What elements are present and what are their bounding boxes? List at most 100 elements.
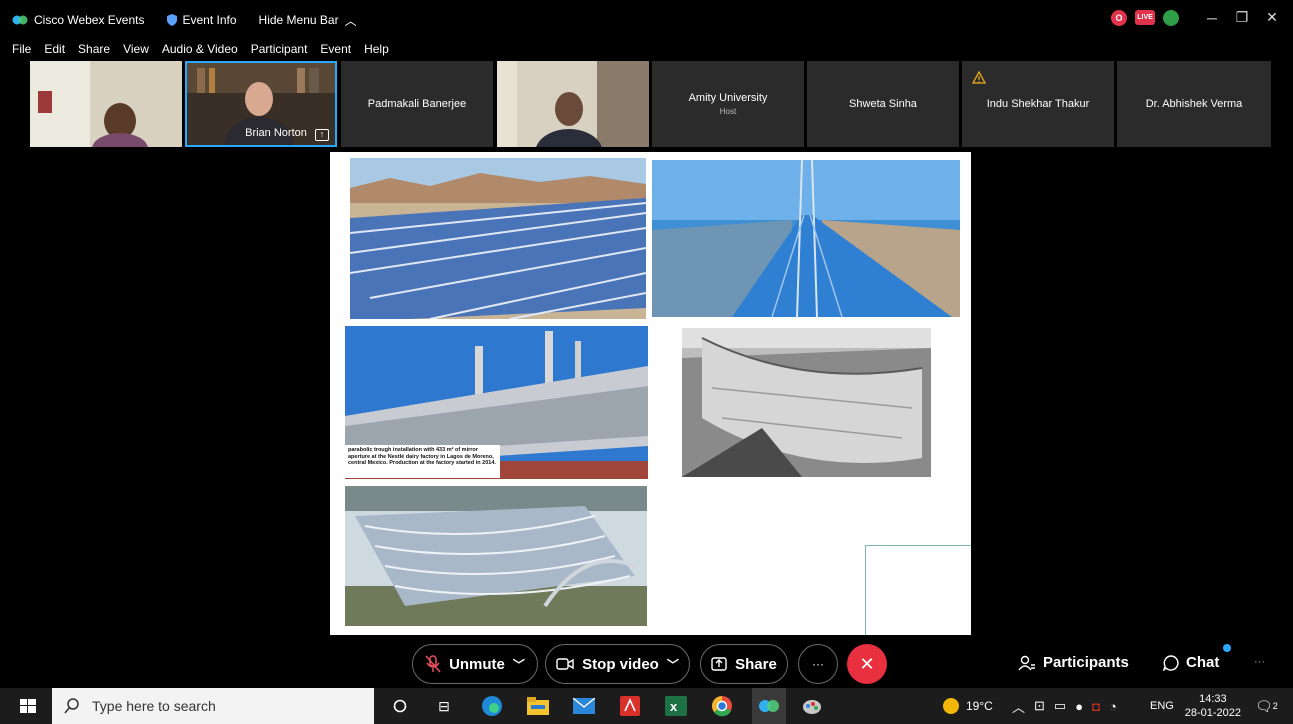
chat-label: Chat: [1186, 654, 1220, 671]
mcafee-icon[interactable]: ◘: [1092, 699, 1100, 714]
event-info-button[interactable]: Event Info: [166, 13, 237, 27]
video-tile-padmakali-banerjee[interactable]: Padmakali Banerjee: [341, 61, 493, 147]
hide-menu-bar-button[interactable]: Hide Menu Bar ︿: [259, 12, 357, 29]
mail-icon[interactable]: [572, 694, 596, 718]
app-title: Cisco Webex Events: [12, 13, 145, 27]
menu-view[interactable]: View: [123, 42, 149, 56]
menu-audio-video[interactable]: Audio & Video: [162, 42, 238, 56]
small-trough-installation-photo: [345, 486, 647, 626]
chevron-down-icon[interactable]: ﹀: [513, 656, 525, 673]
video-tile-shweta-sinha[interactable]: Shweta Sinha: [807, 61, 959, 147]
connection-quality-icon[interactable]: [1163, 9, 1179, 26]
participant-name: Indu Shekhar Thakur: [986, 98, 1090, 110]
search-placeholder: Type here to search: [92, 698, 216, 714]
file-explorer-icon[interactable]: [526, 694, 550, 718]
task-view-icon[interactable]: ⊟: [432, 694, 456, 718]
stop-video-button[interactable]: Stop video ﹀: [545, 644, 690, 684]
notification-center-icon[interactable]: 🗨 2: [1255, 688, 1278, 724]
end-call-button[interactable]: ✕: [847, 644, 887, 684]
webex-taskbar-icon[interactable]: [752, 688, 786, 724]
video-camera-icon: [556, 658, 574, 670]
minimize-icon[interactable]: ─: [1201, 10, 1223, 26]
microphone-icon[interactable]: ●: [1075, 699, 1083, 714]
video-tile-dr-abhishek-verma[interactable]: Dr. Abhishek Verma: [1117, 61, 1271, 147]
participant-name: Amity University: [688, 92, 768, 104]
chevron-down-icon[interactable]: ﹀: [667, 656, 679, 673]
menu-bar: File Edit Share View Audio & Video Parti…: [0, 40, 1293, 57]
chat-notification-dot: [1223, 644, 1231, 652]
language-indicator[interactable]: ENG: [1150, 688, 1174, 724]
menu-help[interactable]: Help: [364, 42, 389, 56]
chat-icon: [1163, 654, 1179, 671]
participant-role: Host: [719, 107, 737, 116]
paint-icon[interactable]: [800, 694, 824, 718]
event-info-label: Event Info: [182, 13, 237, 27]
restore-icon[interactable]: ❐: [1231, 9, 1253, 26]
menu-share[interactable]: Share: [78, 42, 110, 56]
close-icon[interactable]: ✕: [1261, 9, 1283, 26]
warning-icon: [972, 71, 986, 84]
participants-icon: [1018, 655, 1035, 670]
title-bar: Cisco Webex Events Event Info Hide Menu …: [0, 0, 1293, 40]
clock-date: 28-01-2022: [1184, 707, 1241, 719]
search-icon: [64, 698, 79, 714]
title-bar-right: O LIVE ─ ❐ ✕: [1111, 9, 1283, 26]
solar-trough-field-photo: [350, 158, 646, 319]
chat-button[interactable]: Chat: [1163, 654, 1219, 671]
system-tray: ︿ ⊡ ▭ ● ◘ ◔: [1012, 688, 1117, 724]
menu-file[interactable]: File: [12, 42, 31, 56]
video-tile-amity-university[interactable]: Amity University Host: [652, 61, 804, 147]
video-tile-1[interactable]: [30, 61, 182, 147]
live-badge: LIVE: [1135, 10, 1155, 25]
participants-button[interactable]: Participants: [1018, 654, 1129, 671]
weather-widget[interactable]: 19°C: [942, 688, 993, 724]
recording-icon: O: [1111, 9, 1127, 26]
sharing-icon: ↑: [315, 129, 329, 141]
video-tile-brian-norton[interactable]: Brian Norton ↑: [185, 61, 337, 147]
share-label: Share: [735, 655, 777, 673]
close-icon: ✕: [859, 653, 875, 674]
more-options-button[interactable]: ···: [798, 644, 838, 684]
cortana-icon[interactable]: [388, 694, 412, 718]
unmute-button[interactable]: Unmute ﹀: [412, 644, 538, 684]
app-name: Cisco Webex Events: [34, 13, 145, 27]
clock-time: 14:33: [1199, 693, 1227, 705]
share-screen-icon: [711, 657, 727, 671]
wifi-icon[interactable]: ◔: [1109, 699, 1117, 714]
windows-start-icon[interactable]: [20, 699, 36, 713]
menu-event[interactable]: Event: [320, 42, 351, 56]
share-button[interactable]: Share: [700, 644, 788, 684]
acrobat-reader-icon[interactable]: [618, 694, 642, 718]
participants-label: Participants: [1043, 654, 1129, 671]
video-tile-4[interactable]: [497, 61, 649, 147]
menu-participant[interactable]: Participant: [251, 42, 308, 56]
chrome-icon[interactable]: [710, 694, 734, 718]
video-tile-indu-shekhar-thakur[interactable]: Indu Shekhar Thakur: [962, 61, 1114, 147]
taskbar-search[interactable]: Type here to search: [52, 688, 374, 724]
participant-name: Shweta Sinha: [849, 98, 917, 110]
taskbar-clock[interactable]: 14:33 28-01-2022: [1185, 692, 1241, 720]
slide-caption: parabolic trough installation with 433 m…: [345, 445, 500, 478]
participant-video: [30, 61, 182, 147]
more-icon: ···: [812, 657, 824, 671]
menu-edit[interactable]: Edit: [44, 42, 65, 56]
meet-now-icon[interactable]: ⊡: [1034, 698, 1045, 714]
participant-name: Dr. Abhishek Verma: [1145, 98, 1243, 110]
weather-temp: 19°C: [966, 699, 993, 713]
svg-text:x: x: [670, 699, 678, 714]
excel-icon[interactable]: x: [664, 694, 688, 718]
shield-icon: [166, 14, 177, 26]
sun-icon: [943, 698, 959, 714]
trough-collector-bw-photo: [682, 328, 931, 477]
stop-video-label: Stop video: [582, 655, 659, 673]
edge-icon[interactable]: [480, 694, 504, 718]
chevron-up-icon: ︿: [344, 13, 357, 28]
chevron-up-icon[interactable]: ︿: [1012, 697, 1025, 716]
battery-icon[interactable]: ▭: [1054, 698, 1066, 714]
solar-trough-perspective-photo: [652, 160, 960, 317]
mic-muted-icon: [425, 655, 441, 673]
notification-count: 2: [1272, 701, 1278, 711]
meeting-controls: Unmute ﹀ Stop video ﹀ Share ··· ✕ Partic…: [0, 640, 1293, 688]
overflow-button[interactable]: ···: [1254, 656, 1265, 668]
unmute-label: Unmute: [449, 655, 505, 673]
